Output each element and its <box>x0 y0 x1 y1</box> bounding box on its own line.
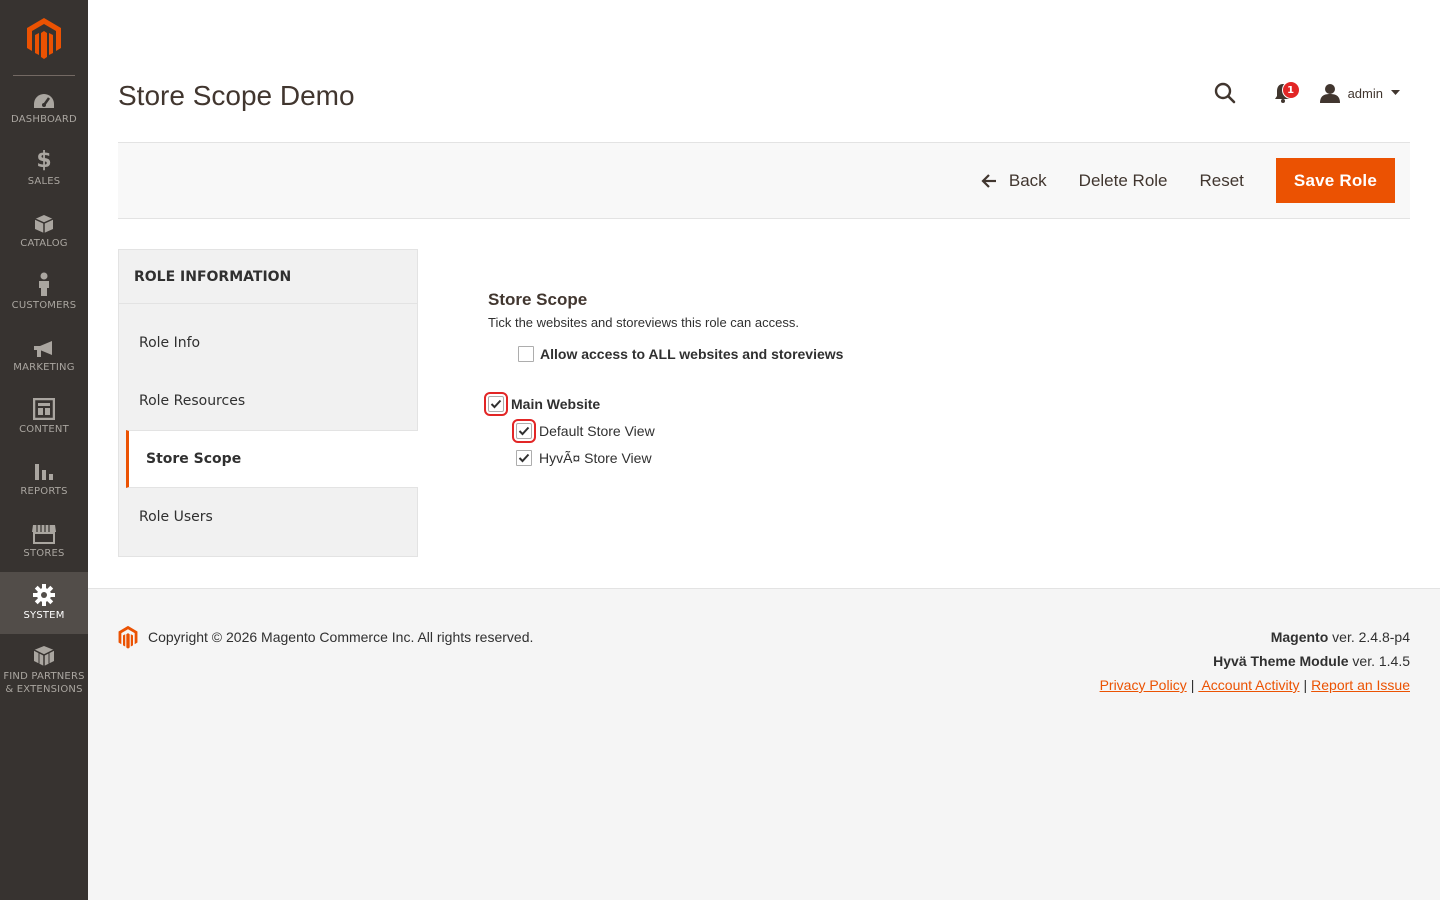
magento-version-number: ver. 2.4.8-p4 <box>1328 629 1410 645</box>
nav-label: SALES <box>27 176 61 187</box>
magento-name: Magento <box>1270 629 1329 645</box>
global-search-button[interactable] <box>1210 78 1240 108</box>
gear-icon <box>33 584 55 606</box>
allow-all-label: Allow access to ALL websites and storevi… <box>540 346 844 362</box>
back-button[interactable]: Back <box>965 159 1063 203</box>
nav-system[interactable]: SYSTEM <box>0 572 88 634</box>
save-role-button[interactable]: Save Role <box>1275 158 1395 203</box>
admin-username: admin <box>1347 85 1383 101</box>
hyva-version-number: ver. 1.4.5 <box>1348 653 1410 669</box>
allow-all-row[interactable]: Allow access to ALL websites and storevi… <box>518 346 843 362</box>
link-separator: | <box>1190 677 1195 693</box>
allow-all-checkbox[interactable] <box>518 346 534 362</box>
magento-logo-icon <box>27 18 61 59</box>
default-store-view-checkbox[interactable] <box>512 419 536 443</box>
role-information-tabs: ROLE INFORMATION Role Info Role Resource… <box>118 249 418 557</box>
checkmark-icon <box>518 426 530 436</box>
privacy-policy-link[interactable]: Privacy Policy <box>1100 677 1187 693</box>
nav-label: SYSTEM <box>23 610 65 621</box>
nav-catalog[interactable]: CATALOG <box>0 200 88 262</box>
cubes-icon <box>32 645 56 667</box>
dollar-icon: $ <box>36 148 52 173</box>
page-title: Store Scope Demo <box>118 80 355 111</box>
hyva-version: Hyvä Theme Module ver. 1.4.5 <box>1100 649 1410 673</box>
person-icon <box>37 272 51 296</box>
hyva-store-view-checkbox[interactable] <box>516 450 532 466</box>
nav-label: REPORTS <box>20 486 68 497</box>
store-scope-title: Store Scope <box>488 290 588 309</box>
storefront-icon <box>31 522 57 544</box>
report-issue-link[interactable]: Report an Issue <box>1311 677 1410 693</box>
nav-stores[interactable]: STORES <box>0 510 88 572</box>
notifications-button[interactable]: 1 <box>1268 78 1300 108</box>
hyva-store-view-row[interactable]: HyvÃ¤ Store View <box>516 450 652 466</box>
magento-version: Magento ver. 2.4.8-p4 <box>1100 625 1410 649</box>
store-scope-description: Tick the websites and storeviews this ro… <box>488 315 799 330</box>
nav-label: STORES <box>23 548 65 559</box>
notification-count-badge: 1 <box>1281 81 1300 99</box>
footer-links: Privacy Policy | Account Activity | Report … <box>1100 673 1410 697</box>
hyva-store-view-label: HyvÃ¤ Store View <box>539 450 652 466</box>
delete-role-button[interactable]: Delete Role <box>1063 159 1184 203</box>
admin-sidebar: DASHBOARD $ SALES CATALOG CUSTOMERS MARK… <box>0 0 88 900</box>
hyva-name: Hyvä Theme Module <box>1213 653 1349 669</box>
bar-chart-icon <box>33 460 55 482</box>
nav-marketing[interactable]: MARKETING <box>0 324 88 386</box>
footer-versions: Magento ver. 2.4.8-p4 Hyvä Theme Module … <box>1100 625 1410 697</box>
back-label: Back <box>1008 170 1047 190</box>
header-actions: 1 admin <box>1210 78 1400 108</box>
box-icon <box>34 212 54 234</box>
dashboard-icon <box>32 88 56 110</box>
caret-down-icon <box>1391 90 1400 95</box>
nav-customers[interactable]: CUSTOMERS <box>0 262 88 324</box>
tab-spacer <box>119 546 417 556</box>
nav-reports[interactable]: REPORTS <box>0 448 88 510</box>
page-footer: Copyright © 2026 Magento Commerce Inc. A… <box>88 588 1440 900</box>
tab-role-resources[interactable]: Role Resources <box>119 372 417 430</box>
checkmark-icon <box>490 399 502 409</box>
admin-user-menu[interactable]: admin <box>1319 83 1400 103</box>
magento-footer-logo-icon <box>118 625 138 649</box>
tab-spacer <box>119 304 417 314</box>
page-actions-toolbar: Back Delete Role Reset Save Role <box>118 142 1410 219</box>
megaphone-icon <box>32 336 56 358</box>
layout-icon <box>33 398 55 420</box>
tab-store-scope[interactable]: Store Scope <box>126 430 418 488</box>
tab-role-users[interactable]: Role Users <box>119 488 417 546</box>
copyright-text: Copyright © 2026 Magento Commerce Inc. A… <box>148 629 534 645</box>
nav-label: CATALOG <box>20 238 68 249</box>
account-activity-link[interactable]: Account Activity <box>1198 677 1299 693</box>
default-store-view-label: Default Store View <box>539 423 655 439</box>
footer-copyright: Copyright © 2026 Magento Commerce Inc. A… <box>118 625 533 649</box>
arrow-left-icon <box>981 173 997 188</box>
main-website-row[interactable]: Main Website <box>484 392 601 416</box>
reset-button[interactable]: Reset <box>1184 159 1260 203</box>
main-website-checkbox[interactable] <box>484 392 508 416</box>
nav-sales[interactable]: $ SALES <box>0 138 88 200</box>
magento-logo[interactable] <box>0 0 88 76</box>
search-icon <box>1214 82 1235 104</box>
nav-dashboard[interactable]: DASHBOARD <box>0 76 88 138</box>
nav-content[interactable]: CONTENT <box>0 386 88 448</box>
tab-role-info[interactable]: Role Info <box>119 314 417 372</box>
nav-label-line2: & EXTENSIONS <box>5 683 83 695</box>
tabs-title: ROLE INFORMATION <box>119 250 417 304</box>
main-website-label: Main Website <box>511 396 601 412</box>
nav-label-line1: FIND PARTNERS <box>3 670 85 682</box>
nav-label: DASHBOARD <box>11 114 77 125</box>
checkmark-icon <box>518 453 530 463</box>
user-icon <box>1319 84 1340 103</box>
nav-label: CUSTOMERS <box>11 300 77 311</box>
nav-label: CONTENT <box>19 424 69 435</box>
nav-find-partners[interactable]: FIND PARTNERS & EXTENSIONS <box>0 634 88 706</box>
link-separator: | <box>1303 677 1308 693</box>
default-store-view-row[interactable]: Default Store View <box>512 419 655 443</box>
nav-label: MARKETING <box>13 362 75 373</box>
